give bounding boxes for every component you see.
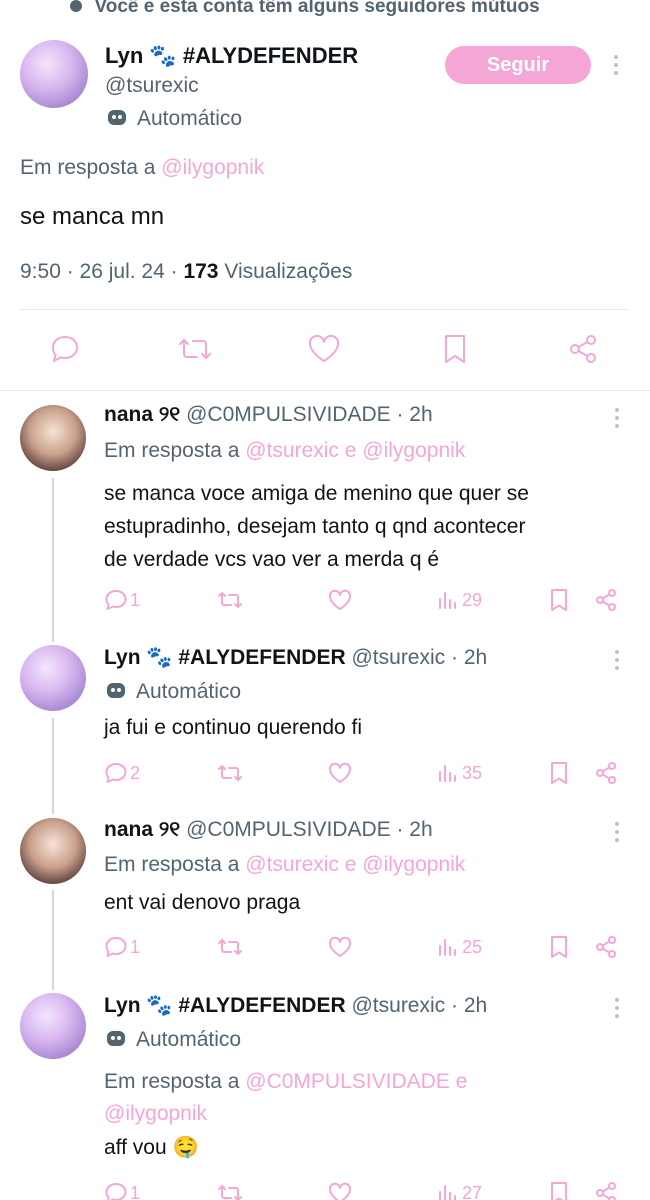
handle[interactable]: @tsurexic xyxy=(105,74,199,98)
reply-count: 1 xyxy=(130,590,141,610)
bot-icon xyxy=(107,683,125,698)
more-options-icon[interactable] xyxy=(615,650,619,674)
views-icon[interactable] xyxy=(437,762,459,784)
mutual-followers-text: Você e esta conta têm alguns seguidores … xyxy=(94,0,540,17)
handle[interactable]: @tsurexic · 2h xyxy=(351,994,487,1017)
automated-label: Automático xyxy=(104,679,241,704)
view-count: 27 xyxy=(462,1183,483,1200)
reply-icon[interactable] xyxy=(104,762,128,784)
retweet-icon[interactable] xyxy=(217,936,243,958)
more-options-icon[interactable] xyxy=(615,408,619,432)
reply-count: 1 xyxy=(130,1183,141,1200)
reply-icon[interactable] xyxy=(104,1182,128,1200)
share-icon[interactable] xyxy=(594,588,618,612)
bookmark-icon[interactable] xyxy=(549,588,569,612)
mention-link[interactable]: @tsurexic e @ilygopnik xyxy=(245,853,465,876)
reply-text: se manca voce amiga de menino que quer s… xyxy=(104,482,529,571)
handle[interactable]: @tsurexic · 2h xyxy=(351,646,487,669)
views-icon[interactable] xyxy=(437,589,459,611)
display-name[interactable]: Lyn 🐾 #ALYDEFENDER xyxy=(104,994,346,1017)
view-count: 29 xyxy=(462,590,483,610)
share-icon[interactable] xyxy=(594,935,618,959)
display-name[interactable]: nana ୨୧ xyxy=(104,818,180,841)
automated-label: Automático xyxy=(105,106,242,131)
follow-button[interactable]: Seguir xyxy=(445,46,591,84)
reply-text: ent vai denovo praga xyxy=(104,891,301,914)
view-count: 35 xyxy=(462,763,483,783)
reply-context: Em resposta a @ilygopnik xyxy=(20,156,265,179)
avatar[interactable] xyxy=(20,645,86,711)
retweet-icon[interactable] xyxy=(217,589,243,611)
reply-header: Lyn 🐾 #ALYDEFENDER @tsurexic · 2h xyxy=(104,646,487,670)
users-icon xyxy=(70,0,82,12)
share-icon[interactable] xyxy=(566,333,600,365)
display-name[interactable]: Lyn 🐾 #ALYDEFENDER xyxy=(104,646,346,669)
post-meta: 9:50 · 26 jul. 24 · 173 Visualizações xyxy=(20,260,353,283)
reply-icon[interactable] xyxy=(104,589,128,611)
bot-icon xyxy=(107,1031,125,1046)
reply-header: nana ୨୧ @C0MPULSIVIDADE · 2h xyxy=(104,818,433,842)
bookmark-icon[interactable] xyxy=(549,935,569,959)
reply-icon[interactable] xyxy=(104,936,128,958)
bookmark-icon[interactable] xyxy=(441,333,469,365)
mention-link[interactable]: @ilygopnik xyxy=(161,156,264,179)
handle[interactable]: @C0MPULSIVIDADE · 2h xyxy=(186,403,433,426)
views-icon[interactable] xyxy=(437,936,459,958)
avatar[interactable] xyxy=(20,405,86,471)
handle[interactable]: @C0MPULSIVIDADE · 2h xyxy=(186,818,433,841)
retweet-icon[interactable] xyxy=(177,334,213,364)
like-icon[interactable] xyxy=(328,762,352,784)
mention-link[interactable]: @C0MPULSIVIDADE e xyxy=(245,1070,467,1093)
reply-text: ja fui e continuo querendo fi xyxy=(104,716,363,739)
reply-header: nana ୨୧ @C0MPULSIVIDADE · 2h xyxy=(104,403,433,427)
more-options-icon[interactable] xyxy=(615,998,619,1022)
share-icon[interactable] xyxy=(594,761,618,785)
mention-link[interactable]: @ilygopnik xyxy=(104,1098,467,1130)
avatar[interactable] xyxy=(20,818,86,884)
post-text: se manca mn xyxy=(20,203,165,230)
reply-icon[interactable] xyxy=(49,334,81,364)
like-icon[interactable] xyxy=(328,936,352,958)
bot-icon xyxy=(108,110,126,125)
avatar[interactable] xyxy=(20,993,86,1059)
like-icon[interactable] xyxy=(328,589,352,611)
reply-context: Em resposta a @C0MPULSIVIDADE e @ilygopn… xyxy=(104,1066,467,1130)
bookmark-icon[interactable] xyxy=(549,1181,569,1200)
reply-text: aff vou 🤤 xyxy=(104,1136,199,1159)
retweet-icon[interactable] xyxy=(217,1182,243,1200)
automated-label: Automático xyxy=(104,1027,241,1052)
share-icon[interactable] xyxy=(594,1181,618,1200)
mention-link[interactable]: @tsurexic e @ilygopnik xyxy=(245,439,465,462)
more-options-icon[interactable] xyxy=(615,822,619,846)
retweet-icon[interactable] xyxy=(217,762,243,784)
display-name[interactable]: nana ୨୧ xyxy=(104,403,180,426)
display-name[interactable]: Lyn 🐾 #ALYDEFENDER xyxy=(105,43,358,69)
mutual-followers-banner: Você e esta conta têm alguns seguidores … xyxy=(70,0,630,26)
avatar[interactable] xyxy=(20,40,88,108)
more-options-icon[interactable] xyxy=(614,55,618,79)
reply-context: Em resposta a @tsurexic e @ilygopnik xyxy=(104,853,466,876)
reply-count: 2 xyxy=(130,763,141,783)
reply-count: 1 xyxy=(130,937,141,957)
view-count: 25 xyxy=(462,937,483,957)
like-icon[interactable] xyxy=(307,334,341,364)
bookmark-icon[interactable] xyxy=(549,761,569,785)
reply-context: Em resposta a @tsurexic e @ilygopnik xyxy=(104,439,466,462)
like-icon[interactable] xyxy=(328,1182,352,1200)
views-icon[interactable] xyxy=(437,1182,459,1200)
reply-header: Lyn 🐾 #ALYDEFENDER @tsurexic · 2h xyxy=(104,994,487,1018)
